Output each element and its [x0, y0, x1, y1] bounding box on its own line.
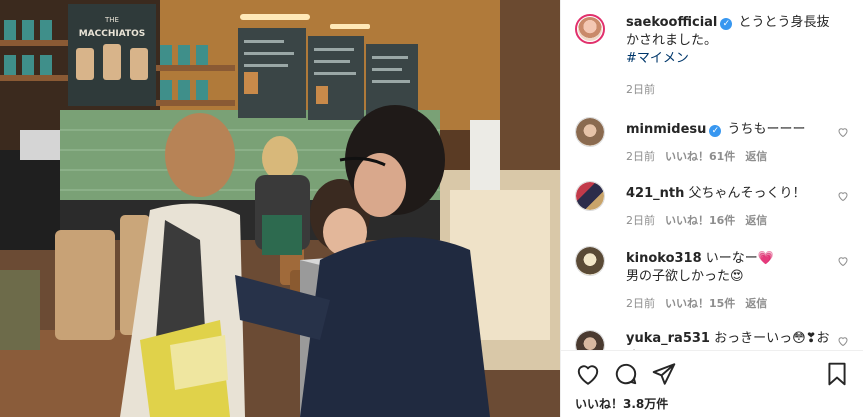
heart-icon[interactable] [575, 361, 601, 387]
caption-meta: 2日前 [626, 81, 665, 97]
starbucks-counter-scene: THE MACCHIATOS [0, 0, 560, 417]
comment-likes[interactable]: いいね！16件 [665, 214, 735, 227]
comment-text: うちもーーー [727, 122, 806, 137]
share-icon[interactable] [651, 361, 677, 387]
comment-meta: 2日前 いいね！16件 返信 [626, 212, 777, 228]
comment-time[interactable]: 2日前 [626, 150, 655, 163]
post-side-panel: saekoofficial ✓ とうとう身長抜かされました。 #マイメン 2日前 … [560, 0, 863, 417]
comment-icon[interactable] [613, 361, 639, 387]
instagram-post: THE MACCHIATOS saekoofficial ✓ とうとう身長抜かさ… [0, 0, 863, 417]
comment-body: kinoko318 いーなー💗 男の子欲しかった😍 [626, 250, 841, 286]
comment-like-heart-icon[interactable] [837, 255, 849, 267]
commenter-avatar[interactable] [575, 117, 605, 147]
comment-time[interactable]: 2日前 [626, 297, 655, 310]
comment-text: 父ちゃんそっくり！ [688, 186, 806, 201]
commenter-avatar[interactable] [575, 246, 605, 276]
reply-button[interactable]: 返信 [745, 214, 767, 227]
post-author-username[interactable]: saekoofficial [626, 15, 717, 30]
comment-likes[interactable]: いいね！15件 [665, 297, 735, 310]
commenter-username[interactable]: yuka_ra531 [626, 331, 710, 346]
comment-like-heart-icon[interactable] [837, 126, 849, 138]
comment-time[interactable]: 2日前 [626, 214, 655, 227]
comments-list[interactable]: saekoofficial ✓ とうとう身長抜かされました。 #マイメン 2日前 … [561, 0, 863, 350]
post-author-avatar[interactable] [575, 14, 605, 44]
commenter-avatar[interactable] [575, 181, 605, 211]
comment-meta: 2日前 いいね！61件 返信 [626, 148, 777, 164]
comment-like-heart-icon[interactable] [837, 335, 849, 347]
commenter-username[interactable]: kinoko318 [626, 251, 702, 266]
comment-body: yuka_ra531 おっきーいっ😳❣おめ [626, 330, 841, 350]
commenter-username[interactable]: 421_nth [626, 186, 684, 201]
verified-badge-icon: ✓ [709, 125, 722, 137]
comment-like-heart-icon[interactable] [837, 190, 849, 202]
reply-button[interactable]: 返信 [745, 150, 767, 163]
caption-time[interactable]: 2日前 [626, 83, 655, 96]
comment-body: 421_nth 父ちゃんそっくり！ [626, 185, 841, 203]
post-photo[interactable]: THE MACCHIATOS [0, 0, 560, 417]
comment-body: minmidesu ✓ うちもーーー [626, 121, 841, 139]
reply-button[interactable]: 返信 [745, 297, 767, 310]
commenter-avatar[interactable] [575, 330, 605, 350]
comment-text-line2: 男の子欲しかった😍 [626, 269, 744, 284]
verified-badge-icon: ✓ [720, 18, 733, 30]
commenter-username[interactable]: minmidesu [626, 122, 706, 137]
bookmark-icon[interactable] [824, 361, 850, 387]
post-likes-count[interactable]: いいね！3.8万件 [575, 395, 668, 412]
menu-board-title: MACCHIATOS [79, 29, 146, 39]
comment-meta: 2日前 いいね！15件 返信 [626, 295, 777, 311]
caption-body: saekoofficial ✓ とうとう身長抜かされました。 #マイメン [626, 14, 841, 68]
caption-hashtag[interactable]: #マイメン [626, 50, 841, 68]
comment-text: いーなー💗 [705, 251, 774, 266]
menu-board-small-title: THE [104, 16, 119, 24]
comment-likes[interactable]: いいね！61件 [665, 150, 735, 163]
post-action-bar: いいね！3.8万件 [561, 350, 863, 417]
